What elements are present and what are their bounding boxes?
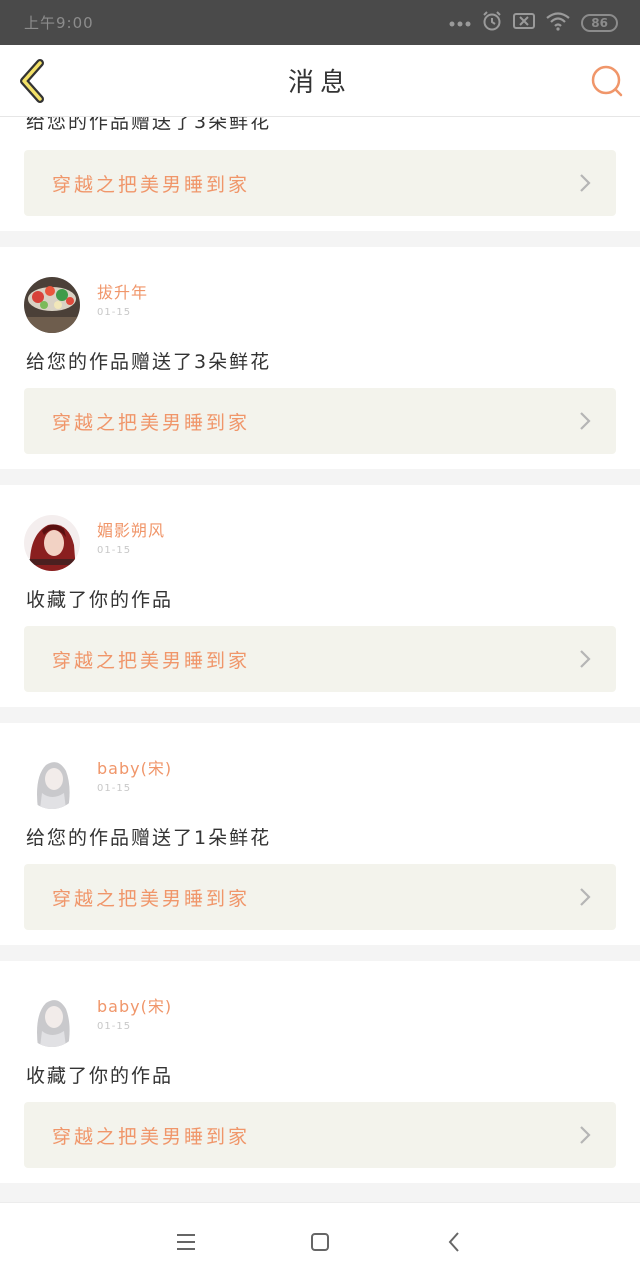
work-title: 穿越之把美男睡到家 bbox=[52, 887, 251, 910]
message-date: 01-15 bbox=[97, 783, 132, 794]
status-time: 上午9:00 bbox=[24, 14, 94, 32]
avatar[interactable] bbox=[24, 991, 80, 1047]
avatar[interactable] bbox=[24, 753, 80, 809]
search-icon bbox=[591, 65, 623, 97]
system-nav-bar bbox=[0, 1202, 640, 1280]
message-date: 01-15 bbox=[97, 1021, 132, 1032]
divider bbox=[0, 707, 640, 723]
message-text: 给您的作品赠送了3朵鲜花 bbox=[26, 117, 272, 133]
status-bar: 上午9:00 86 bbox=[0, 0, 640, 45]
divider bbox=[0, 1183, 640, 1199]
system-back-button[interactable] bbox=[442, 1230, 466, 1254]
message-card: 给您的作品赠送了3朵鲜花 穿越之把美男睡到家 bbox=[0, 117, 640, 231]
message-text: 给您的作品赠送了1朵鲜花 bbox=[26, 827, 272, 849]
user-name[interactable]: baby(宋) bbox=[97, 755, 172, 779]
message-list[interactable]: 给您的作品赠送了3朵鲜花 穿越之把美男睡到家 拔升年 01-15 给您的作品赠送… bbox=[0, 117, 640, 1202]
work-title: 穿越之把美男睡到家 bbox=[52, 411, 251, 434]
work-title: 穿越之把美男睡到家 bbox=[52, 1125, 251, 1148]
page-title: 消息 bbox=[287, 68, 352, 98]
search-button[interactable] bbox=[590, 64, 624, 98]
home-square-icon bbox=[311, 1232, 329, 1251]
wifi-icon bbox=[545, 11, 571, 35]
chevron-right-icon bbox=[580, 888, 591, 906]
user-name[interactable]: baby(宋) bbox=[97, 993, 172, 1017]
work-title: 穿越之把美男睡到家 bbox=[52, 173, 251, 196]
message-card: 拔升年 01-15 给您的作品赠送了3朵鲜花 穿越之把美男睡到家 bbox=[0, 247, 640, 469]
message-text: 收藏了你的作品 bbox=[26, 1065, 174, 1087]
header-bar: 消息 bbox=[0, 45, 640, 117]
message-card: baby(宋) 01-15 收藏了你的作品 穿越之把美男睡到家 bbox=[0, 961, 640, 1183]
avatar[interactable] bbox=[24, 277, 80, 333]
avatar[interactable] bbox=[24, 515, 80, 571]
user-name[interactable]: 拔升年 bbox=[97, 279, 148, 303]
message-date: 01-15 bbox=[97, 545, 132, 556]
work-link[interactable]: 穿越之把美男睡到家 bbox=[24, 864, 616, 930]
more-dots-icon bbox=[449, 14, 471, 32]
menu-icon bbox=[177, 1233, 195, 1250]
work-link[interactable]: 穿越之把美男睡到家 bbox=[24, 626, 616, 692]
alarm-icon bbox=[481, 10, 503, 36]
menu-button[interactable] bbox=[174, 1230, 198, 1254]
chevron-right-icon bbox=[580, 412, 591, 430]
chevron-right-icon bbox=[580, 174, 591, 192]
sim-off-icon bbox=[513, 12, 536, 34]
divider bbox=[0, 945, 640, 961]
message-date: 01-15 bbox=[97, 307, 132, 318]
message-text: 收藏了你的作品 bbox=[26, 589, 174, 611]
divider bbox=[0, 231, 640, 247]
message-text: 给您的作品赠送了3朵鲜花 bbox=[26, 351, 272, 373]
message-card: 媚影朔风 01-15 收藏了你的作品 穿越之把美男睡到家 bbox=[0, 485, 640, 707]
user-name[interactable]: 媚影朔风 bbox=[97, 517, 165, 541]
back-triangle-icon bbox=[448, 1231, 459, 1252]
back-chevron-icon bbox=[20, 59, 44, 103]
battery-icon: 86 bbox=[581, 13, 618, 32]
chevron-right-icon bbox=[580, 650, 591, 668]
divider bbox=[0, 469, 640, 485]
chevron-right-icon bbox=[580, 1126, 591, 1144]
work-title: 穿越之把美男睡到家 bbox=[52, 649, 251, 672]
work-link[interactable]: 穿越之把美男睡到家 bbox=[24, 1102, 616, 1168]
status-icons: 86 bbox=[449, 10, 618, 36]
message-card: baby(宋) 01-15 给您的作品赠送了1朵鲜花 穿越之把美男睡到家 bbox=[0, 723, 640, 945]
home-button[interactable] bbox=[308, 1230, 332, 1254]
back-button[interactable] bbox=[16, 59, 48, 103]
work-link[interactable]: 穿越之把美男睡到家 bbox=[24, 388, 616, 454]
work-link[interactable]: 穿越之把美男睡到家 bbox=[24, 150, 616, 216]
